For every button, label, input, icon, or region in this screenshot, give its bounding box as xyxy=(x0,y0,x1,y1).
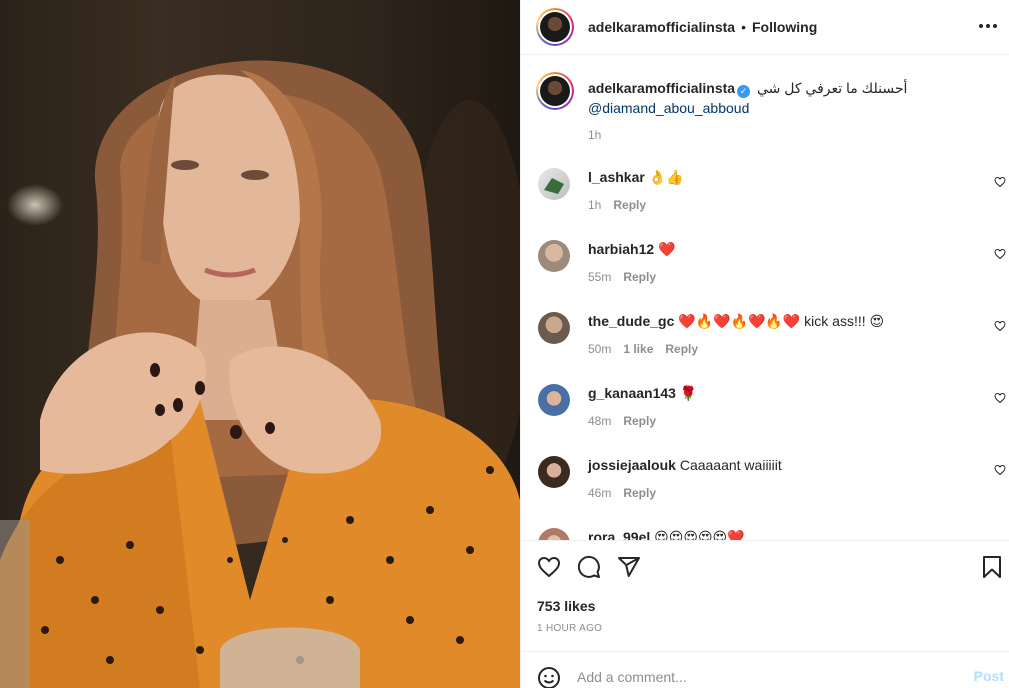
comment-item: rora_99el 😍😍😍😍😍❤️ xyxy=(536,528,1009,540)
reply-button[interactable]: Reply xyxy=(665,342,698,356)
comment-time: 50m xyxy=(588,342,612,356)
comment-text: Caaaaant waiiiiit xyxy=(679,457,782,473)
comment-username[interactable]: jossiejaalouk xyxy=(588,457,676,473)
comment-like-heart-icon[interactable] xyxy=(994,248,1006,260)
comment-time: 1h xyxy=(588,198,602,212)
comments-section[interactable]: adelkaramofficialinsta ✓ أحسنلك ما تعرفي … xyxy=(521,56,1009,540)
comment-item: the_dude_gc ❤️🔥❤️🔥❤️🔥❤️ kick ass!!! 😍 50… xyxy=(536,312,1009,384)
comment-item: l_ashkar 👌👍 1h Reply xyxy=(536,168,1009,240)
heart-icon[interactable] xyxy=(537,555,561,579)
comment-time: 55m xyxy=(588,270,612,284)
comment-text: 👌👍 xyxy=(648,169,684,185)
commenter-avatar[interactable] xyxy=(538,384,570,416)
comment-likes-count[interactable]: 1 like xyxy=(623,342,653,356)
comment-username[interactable]: g_kanaan143 xyxy=(588,385,676,401)
add-comment-input[interactable] xyxy=(577,665,957,688)
post-comment-button[interactable]: Post xyxy=(974,668,1004,684)
photo-illustration xyxy=(0,60,520,688)
commenter-avatar[interactable] xyxy=(538,168,570,200)
post-header: adelkaramofficialinsta • Following xyxy=(521,0,1009,55)
comment-text: 🌹 xyxy=(679,385,698,401)
comment-text: 😍😍😍😍😍❤️ xyxy=(654,529,745,540)
comment-like-heart-icon[interactable] xyxy=(994,320,1006,332)
comment-time: 48m xyxy=(588,414,612,428)
comment-text: ❤️🔥❤️🔥❤️🔥❤️ kick ass!!! 😍 xyxy=(678,313,885,329)
comment-like-heart-icon[interactable] xyxy=(994,176,1006,188)
caption-mention-link[interactable]: @diamand_abou_abboud xyxy=(588,100,749,116)
commenter-avatar[interactable] xyxy=(538,240,570,272)
comment-item: g_kanaan143 🌹 48m Reply xyxy=(536,384,1009,456)
comment-like-heart-icon[interactable] xyxy=(994,464,1006,476)
commenter-avatar[interactable] xyxy=(538,312,570,344)
add-comment-row: Post xyxy=(521,651,1009,688)
likes-count[interactable]: 753 likes xyxy=(537,598,595,614)
post-actions-section: 753 likes 1 HOUR AGO Post xyxy=(521,540,1009,688)
comment-item: jossiejaalouk Caaaaant waiiiiit 46m Reply xyxy=(536,456,1009,528)
emoji-icon[interactable] xyxy=(537,666,561,688)
caption-avatar[interactable] xyxy=(536,72,574,110)
share-icon[interactable] xyxy=(617,555,641,579)
comment-username[interactable]: rora_99el xyxy=(588,529,650,540)
commenter-avatar[interactable] xyxy=(538,528,570,540)
more-options-icon[interactable] xyxy=(974,12,1002,40)
comment-like-heart-icon[interactable] xyxy=(994,392,1006,404)
author-username[interactable]: adelkaramofficialinsta xyxy=(588,19,735,35)
verified-badge-icon: ✓ xyxy=(737,85,751,98)
author-avatar[interactable] xyxy=(536,8,574,46)
comment-username[interactable]: l_ashkar xyxy=(588,169,645,185)
following-button[interactable]: Following xyxy=(752,19,817,35)
reply-button[interactable]: Reply xyxy=(623,486,656,500)
post-details-panel: adelkaramofficialinsta • Following adelk… xyxy=(520,0,1009,688)
caption-username[interactable]: adelkaramofficialinsta xyxy=(588,80,735,96)
bookmark-icon[interactable] xyxy=(980,555,1004,579)
comment-username[interactable]: harbiah12 xyxy=(588,241,654,257)
comment-item: harbiah12 ❤️ 55m Reply xyxy=(536,240,1009,312)
caption-text: أحسنلك ما تعرفي كل شي xyxy=(756,80,908,96)
comment-icon[interactable] xyxy=(577,555,601,579)
comment-username[interactable]: the_dude_gc xyxy=(588,313,674,329)
comment-time: 46m xyxy=(588,486,612,500)
commenter-avatar[interactable] xyxy=(538,456,570,488)
reply-button[interactable]: Reply xyxy=(623,414,656,428)
reply-button[interactable]: Reply xyxy=(613,198,646,212)
post-photo[interactable] xyxy=(0,0,520,688)
post-timestamp[interactable]: 1 HOUR AGO xyxy=(537,623,602,634)
caption-time: 1h xyxy=(588,128,602,142)
header-separator: • xyxy=(741,19,746,35)
reply-button[interactable]: Reply xyxy=(623,270,656,284)
comment-text: ❤️ xyxy=(658,241,676,257)
